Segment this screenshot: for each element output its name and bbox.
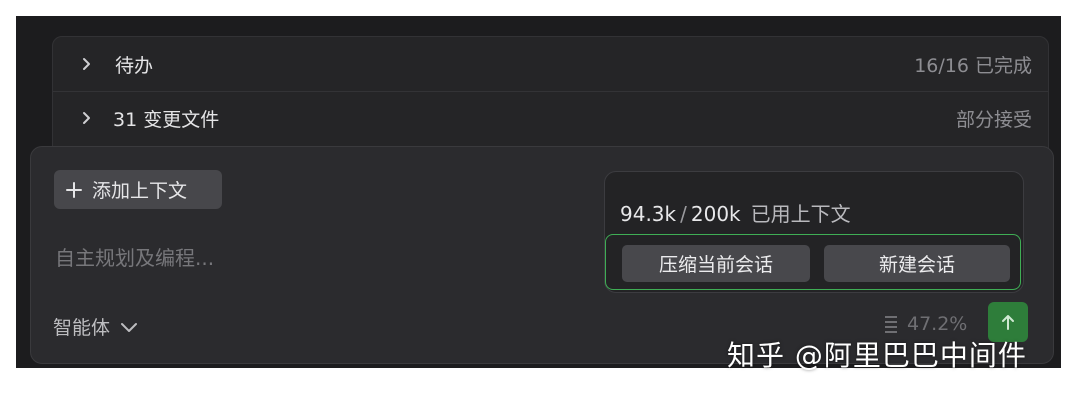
compress-session-button[interactable]: 压缩当前会话	[622, 245, 810, 282]
context-used-label: 已用上下文	[750, 202, 851, 226]
watermark: 知乎 @阿里巴巴中间件	[727, 339, 1027, 372]
arrow-up-icon	[1002, 315, 1014, 330]
chevron-right-icon	[83, 112, 90, 124]
todo-title: 待办	[115, 54, 154, 77]
context-total: 200k	[690, 202, 741, 226]
plus-icon	[66, 181, 82, 198]
prompt-input[interactable]: 自主规划及编程...	[55, 242, 214, 271]
add-context-label: 添加上下文	[92, 180, 188, 202]
add-context-button[interactable]: 添加上下文	[54, 170, 222, 209]
agent-mode-dropdown[interactable]: 智能体	[53, 313, 138, 340]
context-usage-popover: 94.3k/200k 已用上下文 压缩当前会话 新建会话	[604, 171, 1024, 293]
changed-files-status: 部分接受	[955, 108, 1032, 131]
context-used: 94.3k	[620, 202, 677, 226]
chevron-down-icon	[121, 322, 138, 332]
context-usage-percent: 47.2%	[907, 313, 968, 335]
context-separator: /	[680, 202, 687, 226]
changed-files-title: 31 变更文件	[113, 108, 220, 131]
bars-icon	[885, 316, 897, 333]
todo-row[interactable]: 待办 16/16 已完成	[53, 37, 1048, 92]
agent-mode-label: 智能体	[53, 317, 111, 339]
popover-actions: 压缩当前会话 新建会话	[605, 234, 1021, 290]
app-frame: 待办 16/16 已完成 31 变更文件 部分接受 添加上下文 自主规划及编程.…	[16, 16, 1061, 368]
todo-status: 16/16 已完成	[914, 54, 1032, 77]
new-session-button[interactable]: 新建会话	[824, 245, 1010, 282]
chevron-right-icon	[83, 58, 90, 70]
context-usage-summary: 94.3k/200k 已用上下文	[620, 198, 851, 227]
context-usage-indicator[interactable]: 47.2%	[883, 313, 967, 335]
changed-files-row[interactable]: 31 变更文件 部分接受	[53, 91, 1048, 145]
